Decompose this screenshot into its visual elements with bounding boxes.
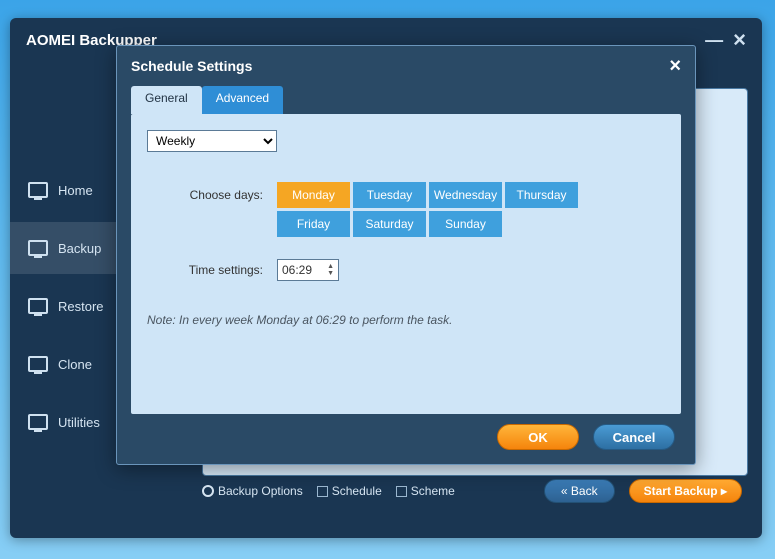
schedule-settings-dialog: Schedule Settings × General Advanced Wee… — [116, 45, 696, 465]
choose-days-row: Choose days: Monday Tuesday Wednesday Th… — [147, 182, 665, 237]
days-grid: Monday Tuesday Wednesday Thursday Friday… — [277, 182, 587, 237]
choose-days-label: Choose days: — [147, 182, 277, 202]
dialog-body: Weekly Choose days: Monday Tuesday Wedne… — [131, 114, 681, 414]
home-icon — [28, 182, 48, 198]
dialog-titlebar: Schedule Settings × — [117, 46, 695, 86]
sidebar-item-label: Restore — [58, 299, 104, 314]
checkbox-icon — [317, 486, 328, 497]
close-icon[interactable]: × — [733, 27, 746, 53]
day-thursday[interactable]: Thursday — [505, 182, 578, 208]
start-backup-button[interactable]: Start Backup ▸ — [629, 479, 742, 503]
day-sunday[interactable]: Sunday — [429, 211, 502, 237]
dialog-buttons: OK Cancel — [117, 414, 695, 460]
chevron-up-icon: ▲ — [327, 263, 334, 270]
sidebar-item-label: Home — [58, 183, 93, 198]
back-button[interactable]: « Back — [544, 479, 615, 503]
sidebar-item-label: Clone — [58, 357, 92, 372]
time-row: Time settings: 06:29 ▲▼ — [147, 259, 665, 281]
day-wednesday[interactable]: Wednesday — [429, 182, 502, 208]
dialog-title: Schedule Settings — [131, 58, 252, 74]
day-friday[interactable]: Friday — [277, 211, 350, 237]
tab-strip: General Advanced — [117, 86, 695, 114]
schedule-label: Schedule — [332, 484, 382, 498]
schedule-toggle[interactable]: Schedule — [317, 484, 382, 498]
sidebar-item-label: Utilities — [58, 415, 100, 430]
restore-icon — [28, 298, 48, 314]
schedule-note: Note: In every week Monday at 06:29 to p… — [147, 313, 665, 327]
ok-button[interactable]: OK — [497, 424, 579, 450]
backup-options-link[interactable]: Backup Options — [202, 484, 303, 498]
time-label: Time settings: — [147, 263, 277, 277]
backup-options-label: Backup Options — [218, 484, 303, 498]
footer-bar: Backup Options Schedule Scheme « Back St… — [202, 476, 742, 506]
time-input[interactable]: 06:29 ▲▼ — [277, 259, 339, 281]
sidebar-item-label: Backup — [58, 241, 101, 256]
dialog-close-icon[interactable]: × — [669, 55, 681, 78]
tab-advanced[interactable]: Advanced — [202, 86, 283, 114]
cancel-button[interactable]: Cancel — [593, 424, 675, 450]
day-tuesday[interactable]: Tuesday — [353, 182, 426, 208]
backup-icon — [28, 240, 48, 256]
clone-icon — [28, 356, 48, 372]
frequency-select[interactable]: Weekly — [147, 130, 277, 152]
scheme-toggle[interactable]: Scheme — [396, 484, 455, 498]
chevron-down-icon: ▼ — [327, 270, 334, 277]
scheme-label: Scheme — [411, 484, 455, 498]
day-monday[interactable]: Monday — [277, 182, 350, 208]
gear-icon — [202, 485, 214, 497]
utilities-icon — [28, 414, 48, 430]
day-saturday[interactable]: Saturday — [353, 211, 426, 237]
tab-general[interactable]: General — [131, 86, 202, 114]
minimize-icon[interactable]: — — [705, 30, 723, 51]
time-value: 06:29 — [282, 263, 312, 277]
checkbox-icon — [396, 486, 407, 497]
time-spinner[interactable]: ▲▼ — [327, 263, 334, 277]
